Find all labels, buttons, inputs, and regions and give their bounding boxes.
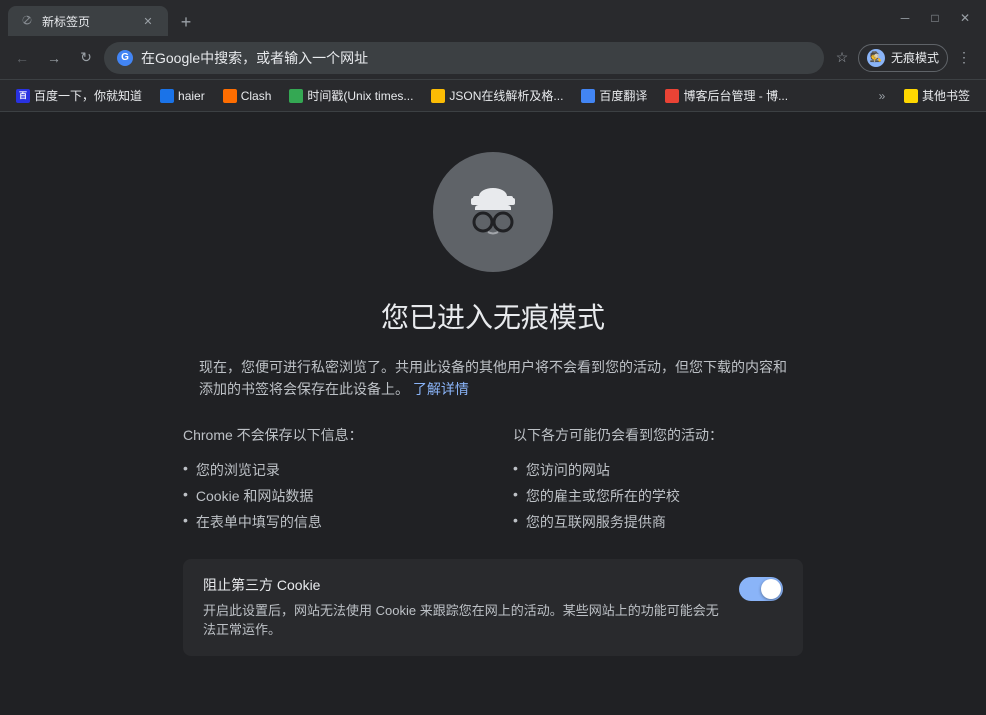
desc-line1: 现在，您便可进行私密浏览了。共用此设备的其他用户将不会看到您的活动，但您下载的内…: [199, 359, 787, 375]
cookie-section: 阻止第三方 Cookie 开启此设置后，网站无法使用 Cookie 来跟踪您在网…: [183, 559, 803, 656]
bookmark-other[interactable]: 其他书签: [896, 84, 978, 107]
active-tab[interactable]: 新标签页 ✕: [8, 6, 168, 36]
chrome-wont-save-list: 您的浏览记录 Cookie 和网站数据 在表单中填写的信息: [183, 457, 473, 535]
bookmark-clash-label: Clash: [241, 89, 272, 103]
blog-favicon-icon: [665, 89, 679, 103]
incognito-hat-icon: [453, 172, 533, 252]
translate-favicon-icon: [581, 89, 595, 103]
list-item: Cookie 和网站数据: [183, 483, 473, 509]
json-favicon-icon: [431, 89, 445, 103]
chrome-wont-save-title: Chrome 不会保存以下信息：: [183, 425, 473, 445]
toggle-knob: [761, 579, 781, 599]
bookmark-translate[interactable]: 百度翻译: [573, 84, 655, 107]
close-window-button[interactable]: ✕: [952, 5, 978, 31]
maximize-button[interactable]: □: [922, 5, 948, 31]
new-tab-button[interactable]: +: [172, 8, 200, 36]
chrome-wont-save-column: Chrome 不会保存以下信息： 您的浏览记录 Cookie 和网站数据 在表单…: [183, 425, 473, 535]
bookmark-haier-label: haier: [178, 89, 205, 103]
learn-more-link[interactable]: 了解详情: [413, 381, 469, 397]
bookmarks-bar: 百 百度一下，你就知道 haier Clash 时间戳(Unix times..…: [0, 80, 986, 112]
desc-line2: 添加的书签将会保存在此设备上。: [199, 381, 409, 397]
cookie-title: 阻止第三方 Cookie: [203, 575, 723, 595]
toolbar: ← → ↻ G 在Google中搜索，或者输入一个网址 ☆ 🕵 无痕模式 ⋮: [0, 36, 986, 80]
bookmark-other-label: 其他书签: [922, 87, 970, 104]
tab-title: 新标签页: [42, 13, 132, 30]
bookmark-blog-label: 博客后台管理 - 博...: [683, 87, 788, 104]
bookmark-translate-label: 百度翻译: [599, 87, 647, 104]
bookmark-baidu-label: 百度一下，你就知道: [34, 87, 142, 104]
cookie-block-toggle[interactable]: [739, 577, 783, 601]
still-visible-title: 以下各方可能仍会看到您的活动：: [513, 425, 803, 445]
address-text: 在Google中搜索，或者输入一个网址: [141, 48, 811, 68]
profile-label: 无痕模式: [891, 49, 939, 66]
title-bar: 新标签页 ✕ + － □ ✕: [0, 0, 986, 36]
bookmark-json-label: JSON在线解析及格...: [449, 87, 563, 104]
incognito-description: 现在，您便可进行私密浏览了。共用此设备的其他用户将不会看到您的活动，但您下载的内…: [199, 356, 787, 401]
back-button[interactable]: ←: [8, 44, 36, 72]
list-item: 您的浏览记录: [183, 457, 473, 483]
clash-favicon-icon: [223, 89, 237, 103]
bookmark-baidu[interactable]: 百 百度一下，你就知道: [8, 84, 150, 107]
bookmark-clash[interactable]: Clash: [215, 86, 280, 106]
tab-favicon-icon: [20, 14, 34, 28]
profile-avatar-icon: 🕵: [867, 49, 885, 67]
bookmark-json[interactable]: JSON在线解析及格...: [423, 84, 571, 107]
bookmark-haier[interactable]: haier: [152, 86, 213, 106]
bookmark-star-button[interactable]: ☆: [828, 44, 856, 72]
list-item: 您的雇主或您所在的学校: [513, 483, 803, 509]
still-visible-column: 以下各方可能仍会看到您的活动： 您访问的网站 您的雇主或您所在的学校 您的互联网…: [513, 425, 803, 535]
chrome-menu-button[interactable]: ⋮: [950, 44, 978, 72]
bookmark-time-label: 时间戳(Unix times...: [307, 87, 413, 104]
profile-button[interactable]: 🕵 无痕模式: [858, 44, 948, 72]
bookmarks-more-button[interactable]: »: [870, 84, 894, 108]
toolbar-right: ☆ 🕵 无痕模式 ⋮: [828, 44, 978, 72]
haier-favicon-icon: [160, 89, 174, 103]
tab-close-button[interactable]: ✕: [140, 13, 156, 29]
incognito-title: 您已进入无痕模式: [381, 296, 605, 336]
still-visible-list: 您访问的网站 您的雇主或您所在的学校 您的互联网服务提供商: [513, 457, 803, 535]
other-favicon-icon: [904, 89, 918, 103]
address-bar[interactable]: G 在Google中搜索，或者输入一个网址: [104, 42, 824, 74]
main-content: 您已进入无痕模式 现在，您便可进行私密浏览了。共用此设备的其他用户将不会看到您的…: [0, 112, 986, 715]
google-icon: G: [117, 50, 133, 66]
cookie-desc: 开启此设置后，网站无法使用 Cookie 来跟踪您在网上的活动。某些网站上的功能…: [203, 601, 723, 640]
forward-button[interactable]: →: [40, 44, 68, 72]
bookmark-time[interactable]: 时间戳(Unix times...: [281, 84, 421, 107]
refresh-button[interactable]: ↻: [72, 44, 100, 72]
window-controls: － □ ✕: [892, 5, 978, 31]
minimize-button[interactable]: －: [892, 5, 918, 31]
two-column-section: Chrome 不会保存以下信息： 您的浏览记录 Cookie 和网站数据 在表单…: [183, 425, 803, 535]
incognito-icon-container: [433, 152, 553, 272]
list-item: 您的互联网服务提供商: [513, 509, 803, 535]
tab-container: 新标签页 ✕ +: [8, 0, 892, 36]
list-item: 在表单中填写的信息: [183, 509, 473, 535]
baidu-favicon-icon: 百: [16, 89, 30, 103]
list-item: 您访问的网站: [513, 457, 803, 483]
bookmark-blog[interactable]: 博客后台管理 - 博...: [657, 84, 796, 107]
time-favicon-icon: [289, 89, 303, 103]
cookie-text-area: 阻止第三方 Cookie 开启此设置后，网站无法使用 Cookie 来跟踪您在网…: [203, 575, 723, 640]
